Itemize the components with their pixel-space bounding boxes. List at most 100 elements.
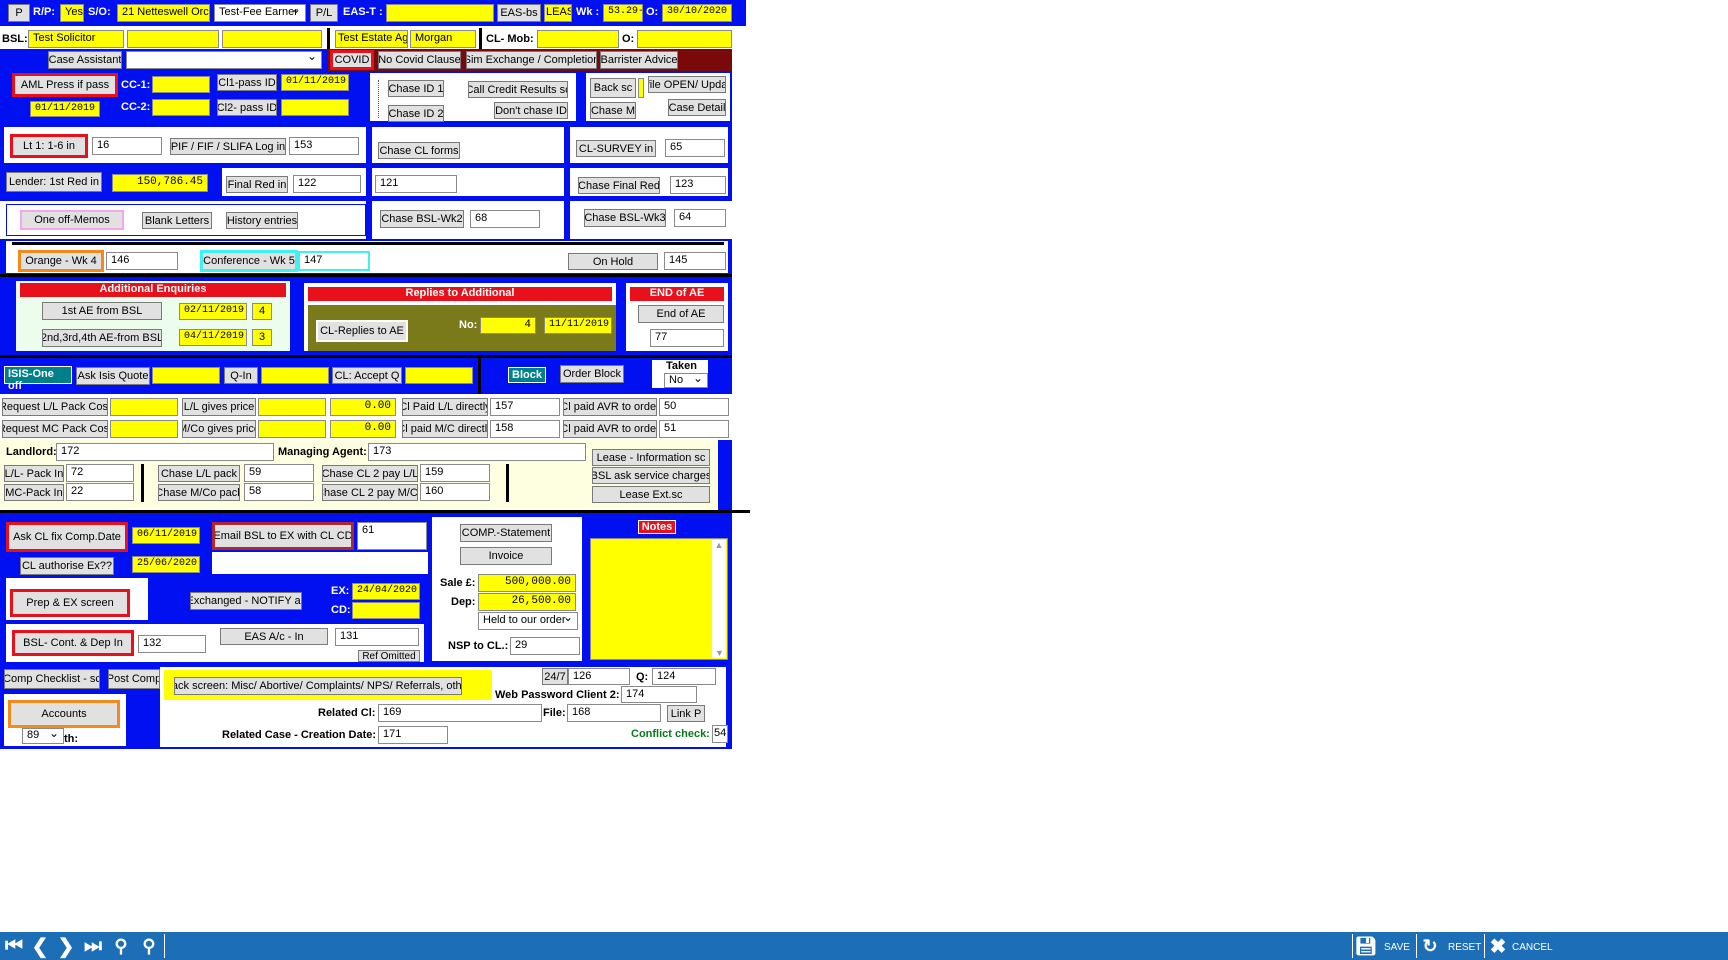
cl-survey-field[interactable]: 65: [665, 139, 725, 157]
cl2-pass-button[interactable]: Cl2- pass ID: [217, 99, 277, 116]
mc-gives-field[interactable]: [258, 420, 326, 438]
ref-omitted-button[interactable]: Ref Omitted: [358, 650, 420, 662]
last-record-icon[interactable]: ⏭: [80, 932, 106, 960]
landlord-field[interactable]: 172: [56, 443, 274, 461]
cl-authorise-date[interactable]: 25/06/2020: [132, 556, 200, 573]
chase-wk2-button[interactable]: Chase BSL-Wk2: [380, 210, 464, 228]
cl-accept-button[interactable]: CL: Accept Q: [332, 367, 402, 384]
avr1-button[interactable]: Cl paid AVR to order: [563, 398, 657, 416]
cancel-icon[interactable]: ✖: [1486, 932, 1510, 960]
chase-id1-button[interactable]: Chase ID 1: [388, 80, 444, 97]
post-comp-button[interactable]: Post Comp: [108, 669, 160, 689]
second-ae-count[interactable]: 3: [252, 329, 272, 346]
save-icon[interactable]: 💾︎: [1354, 932, 1378, 960]
mc-pack-in-button[interactable]: MC-Pack In: [4, 484, 64, 501]
case-assistant-select[interactable]: [126, 51, 322, 69]
web-password-field[interactable]: 174: [621, 686, 697, 703]
file-open-button[interactable]: file OPEN/ Upda: [648, 76, 726, 93]
related-case-field[interactable]: 171: [378, 726, 448, 744]
ask-isis-button[interactable]: Ask Isis Quote: [76, 367, 150, 385]
cl1-pass-button[interactable]: Cl1-pass ID: [217, 74, 277, 91]
pl-button[interactable]: P/L: [310, 4, 338, 22]
cl-forms-field[interactable]: 121: [375, 175, 457, 193]
previous-record-icon[interactable]: ❮: [28, 932, 52, 960]
avr2-field[interactable]: 51: [659, 420, 729, 438]
bsl-service-charges-button[interactable]: BSL ask service charges: [592, 467, 710, 484]
eas-ac-field[interactable]: 131: [335, 628, 419, 646]
fee-earner-select[interactable]: Test-Fee Earner: [214, 4, 306, 22]
back-screen-button[interactable]: Back screen: Misc/ Abortive/ Complaints/…: [174, 677, 462, 695]
notes-textarea[interactable]: [590, 538, 728, 660]
mc-gives-button[interactable]: M/Co gives price: [182, 420, 256, 438]
avr1-field[interactable]: 50: [659, 398, 729, 416]
lender-button[interactable]: Lender: 1st Red in: [6, 172, 102, 192]
prep-ex-button[interactable]: Prep & EX screen: [10, 589, 130, 617]
wk-field[interactable]: 53.29-: [603, 4, 643, 22]
dont-chase-button[interactable]: Don't chase ID: [494, 102, 568, 119]
accounts-button[interactable]: Accounts: [8, 700, 120, 728]
rp-field[interactable]: Yes: [60, 4, 84, 22]
estate-agent-field[interactable]: Morgan: [410, 30, 476, 48]
cl-paid-mc-field[interactable]: 158: [490, 420, 560, 438]
p-button[interactable]: P: [8, 4, 30, 22]
cl-paid-mc-button[interactable]: Cl paid M/C directly: [402, 420, 488, 438]
ex-date[interactable]: 24/04/2020: [352, 583, 420, 600]
case-detail-button[interactable]: Case Detail: [668, 99, 726, 116]
req-mc-pack-field[interactable]: [110, 420, 178, 438]
cc2-field[interactable]: [152, 99, 210, 116]
chase-wk3-button[interactable]: Chase BSL-Wk3: [584, 209, 666, 227]
ll-pack-in-button[interactable]: L/L- Pack In: [4, 465, 64, 482]
managing-agent-field[interactable]: 173: [368, 443, 586, 461]
leas-field[interactable]: LEAS: [544, 4, 572, 22]
lease-info-button[interactable]: Lease - Information sc: [592, 449, 710, 466]
related-cl-field[interactable]: 169: [378, 704, 542, 722]
notes-scrollbar[interactable]: ▲ ▼: [712, 540, 726, 658]
conference-wk5-button[interactable]: Conference - Wk 5: [200, 250, 298, 272]
scroll-down-icon[interactable]: ▼: [715, 648, 724, 658]
aml-date-field[interactable]: 01/11/2019: [30, 101, 100, 117]
chase-cl-forms-button[interactable]: Chase CL forms: [378, 142, 460, 159]
eas-t-field[interactable]: [386, 4, 494, 22]
chase-m-button[interactable]: Chase M: [590, 102, 636, 119]
cl2-pay-mc-button[interactable]: Chase CL 2 pay M/Co: [322, 484, 418, 501]
chase-ll-pack-button[interactable]: Chase L/L pack: [158, 465, 240, 482]
estate-agent-label-field[interactable]: Test Estate Age: [335, 30, 408, 48]
mc-pack-in-field[interactable]: 22: [66, 483, 134, 501]
cancel-label[interactable]: CANCEL: [1512, 942, 1553, 953]
bsl-field-2[interactable]: [127, 30, 219, 48]
orange-wk4-button[interactable]: Orange - Wk 4: [18, 250, 104, 272]
wk2-field[interactable]: 68: [470, 210, 540, 228]
link-p-button[interactable]: Link P: [667, 705, 705, 722]
cl1-pass-date[interactable]: 01/11/2019: [281, 74, 349, 91]
q-in-field[interactable]: [261, 367, 329, 384]
scroll-up-icon[interactable]: ▲: [715, 540, 724, 550]
covid-button[interactable]: COVID: [330, 50, 374, 70]
q-field[interactable]: 124: [652, 668, 716, 685]
comp-statement-button[interactable]: COMP.-Statement: [460, 524, 552, 542]
end-ae-button[interactable]: End of AE: [638, 305, 724, 323]
back-sc-button[interactable]: Back sc: [590, 78, 636, 98]
o-field[interactable]: 30/10/2020: [662, 4, 732, 22]
final-red-button[interactable]: Final Red in: [226, 176, 288, 193]
file-field[interactable]: 168: [567, 704, 661, 722]
second-ae-button[interactable]: 2nd,3rd,4th AE-from BSL: [42, 329, 162, 347]
reset-icon[interactable]: ↻: [1418, 932, 1442, 960]
bsl-cont-button[interactable]: BSL- Cont. & Dep In: [12, 630, 134, 656]
chase-final-button[interactable]: Chase Final Red: [578, 177, 660, 194]
case-assistant-button[interactable]: Case Assistant: [48, 51, 122, 69]
second-ae-date[interactable]: 04/11/2019: [179, 329, 247, 346]
nsp-field[interactable]: 29: [510, 637, 580, 655]
cl-survey-button[interactable]: CL-SURVEY in: [576, 140, 656, 157]
wk3-field[interactable]: 64: [674, 209, 726, 227]
order-block-button[interactable]: Order Block: [560, 365, 624, 383]
bsl-solicitor-field[interactable]: Test Solicitor: [28, 30, 124, 48]
pif-field[interactable]: 153: [289, 137, 359, 155]
lt-field[interactable]: 16: [92, 137, 162, 155]
chase-final-field[interactable]: 123: [670, 176, 726, 194]
first-ae-date[interactable]: 02/11/2019: [179, 303, 247, 320]
chase-id2-button[interactable]: Chase ID 2: [388, 105, 444, 122]
one-off-memos-button[interactable]: One off-Memos: [20, 210, 124, 230]
call-credit-button[interactable]: Call Credit Results sc: [468, 81, 568, 98]
comp-checklist-button[interactable]: Comp Checklist - sc: [4, 669, 100, 689]
aml-button[interactable]: AML Press if pass: [12, 73, 118, 97]
